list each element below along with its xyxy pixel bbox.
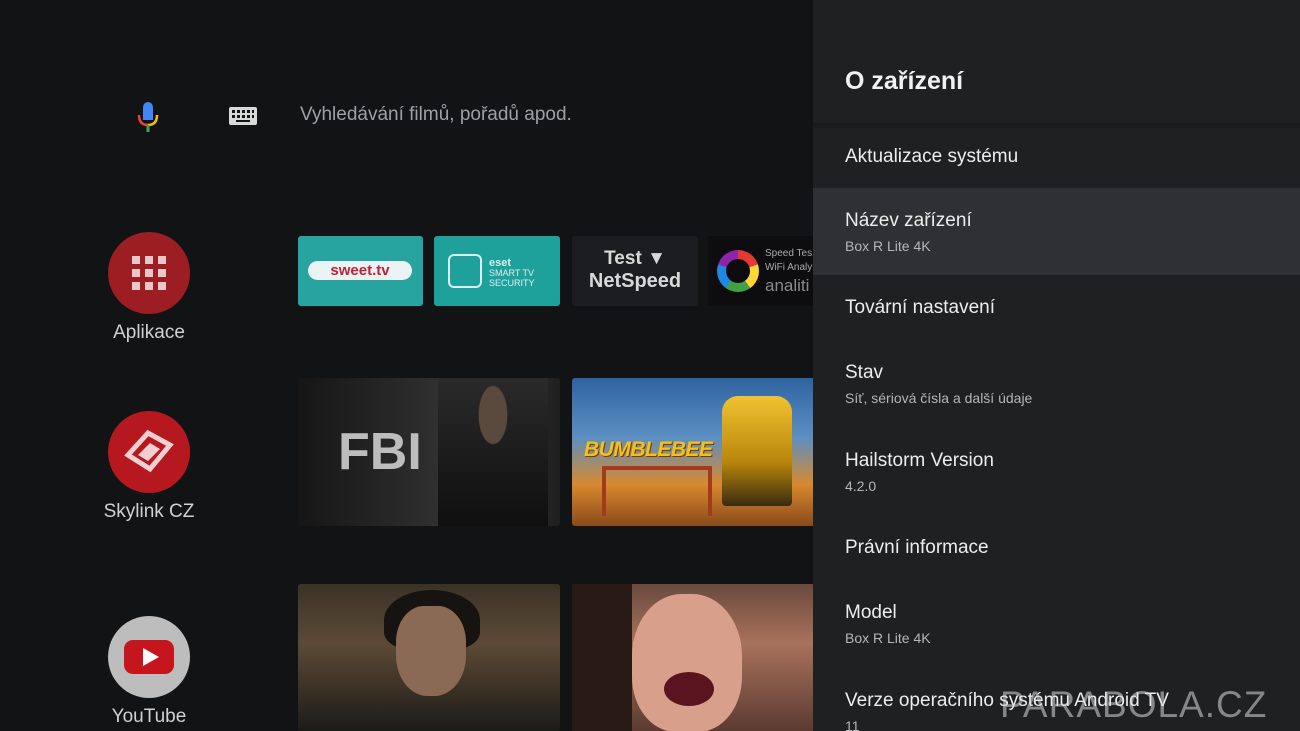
sweet-tv-logo: sweet.tv — [308, 261, 412, 280]
rail-item-apps[interactable]: Aplikace — [100, 232, 198, 344]
content-card-bumblebee[interactable]: BUMBLEBEE — [572, 378, 813, 526]
thumbnail-face — [632, 594, 742, 731]
menu-item-device-name[interactable]: Název zařízení Box R Lite 4K — [813, 188, 1300, 275]
watermark: PARABOLA.CZ — [1000, 684, 1268, 725]
rail-item-skylink[interactable]: Skylink CZ — [100, 411, 198, 523]
rail-label: Aplikace — [113, 322, 185, 343]
menu-item-factory-reset[interactable]: Tovární nastavení — [813, 297, 1300, 319]
card-title: BUMBLEBEE — [584, 438, 713, 461]
keyboard-icon[interactable] — [228, 106, 258, 126]
settings-panel: O zařízení Aktualizace systému Název zař… — [813, 0, 1300, 731]
menu-item-title: Hailstorm Version — [845, 450, 994, 471]
eset-logo-text: eset SMART TV SECURITY — [489, 257, 535, 289]
card-title: FBI — [338, 423, 422, 481]
content-card-video-1[interactable] — [298, 584, 560, 731]
menu-item-title: Stav — [845, 362, 884, 383]
netspeed-title-line2: NetSpeed — [588, 270, 682, 292]
menu-item-status[interactable]: Stav Síť, sériová čísla a další údaje — [813, 362, 1300, 406]
content-card-video-2[interactable] — [572, 584, 813, 731]
app-tile-netspeed[interactable]: Test ▼ NetSpeed — [572, 236, 698, 306]
thumbnail-hair — [572, 584, 632, 731]
rail-item-youtube[interactable]: YouTube — [100, 616, 198, 728]
app-tile-sweet-tv[interactable]: sweet.tv — [298, 236, 423, 306]
thumbnail-bridge — [602, 466, 712, 516]
menu-item-subtitle: 4.2.0 — [845, 478, 877, 494]
menu-item-system-update[interactable]: Aktualizace systému — [813, 146, 1300, 168]
tv-shield-icon — [448, 254, 482, 288]
netspeed-title-line1: Test ▼ — [604, 248, 666, 269]
menu-item-title: Právní informace — [845, 537, 989, 558]
rail-label: Skylink CZ — [103, 501, 195, 522]
menu-item-title: Název zařízení — [845, 210, 972, 231]
panel-title: O zařízení — [845, 67, 964, 95]
content-card-fbi[interactable]: FBI — [298, 378, 560, 526]
menu-item-title: Model — [845, 602, 897, 623]
microphone-icon[interactable] — [135, 100, 161, 134]
speedtest-text: WiFi Analy — [765, 262, 813, 273]
youtube-logo-icon — [108, 616, 190, 698]
speedtest-logo-icon — [717, 250, 759, 292]
menu-item-subtitle: Box R Lite 4K — [845, 238, 931, 254]
speedtest-text: Speed Tes — [765, 248, 813, 259]
home-screen: Vyhledávání filmů, pořadů apod. Aplikace… — [0, 0, 813, 731]
skylink-logo-icon — [108, 411, 190, 493]
apps-grid-icon — [108, 232, 190, 314]
thumbnail-figure — [438, 378, 548, 526]
menu-item-model[interactable]: Model Box R Lite 4K — [813, 602, 1300, 646]
rail-label: YouTube — [111, 706, 187, 727]
menu-item-subtitle: Box R Lite 4K — [845, 630, 931, 646]
menu-item-legal-info[interactable]: Právní informace — [813, 537, 1300, 559]
menu-item-hailstorm-version[interactable]: Hailstorm Version 4.2.0 — [813, 450, 1300, 494]
search-input[interactable]: Vyhledávání filmů, pořadů apod. — [300, 104, 572, 126]
thumbnail-robot — [722, 396, 792, 506]
menu-item-title: Tovární nastavení — [845, 297, 995, 318]
speedtest-brand: analiti — [765, 276, 810, 295]
thumbnail-mouth — [664, 672, 714, 706]
thumbnail-face — [396, 606, 466, 696]
menu-item-subtitle: Síť, sériová čísla a další údaje — [845, 390, 1033, 406]
wifi-icon: ▼ — [647, 248, 666, 269]
divider — [813, 123, 1300, 128]
app-tile-speedtest[interactable]: Speed Tes WiFi Analy analiti — [708, 236, 813, 306]
app-tile-eset[interactable]: eset SMART TV SECURITY — [434, 236, 560, 306]
menu-item-title: Aktualizace systému — [845, 146, 1019, 167]
